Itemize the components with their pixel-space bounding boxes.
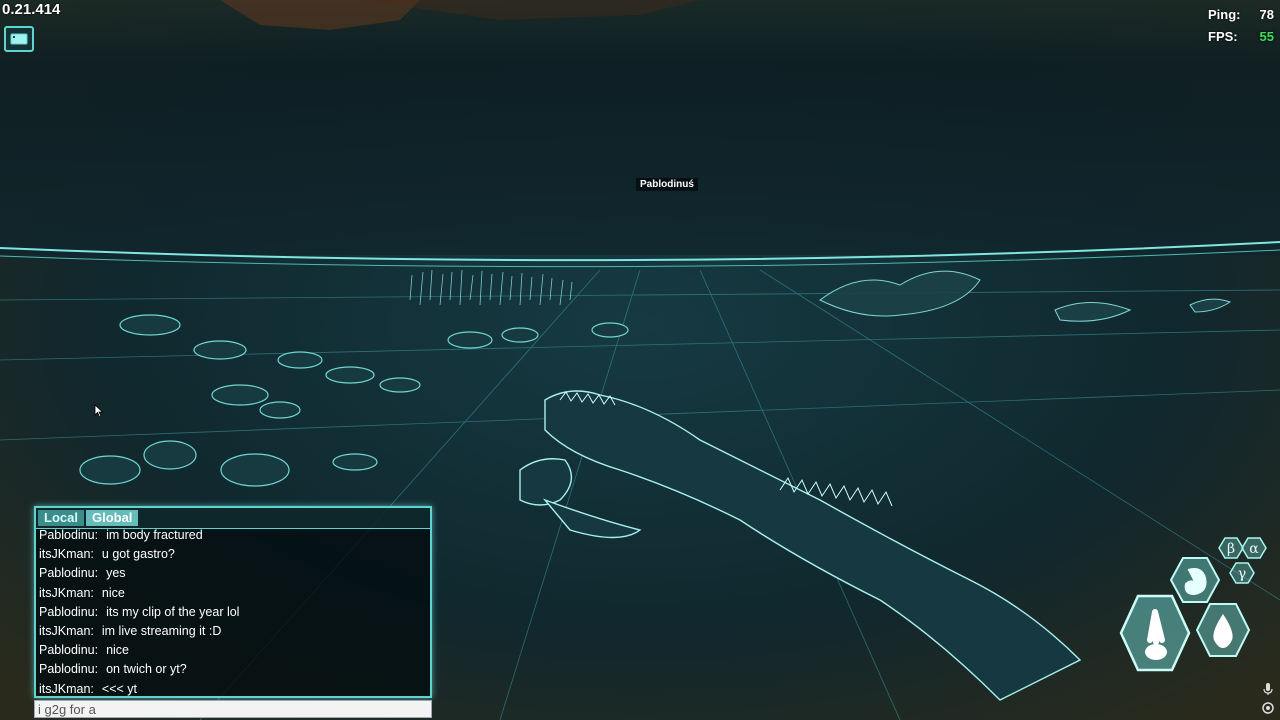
chat-message: itsJKman: u got gastro? [39,545,429,564]
footprint-icon[interactable] [1119,594,1191,672]
chat-message: itsJKman: im live streaming it :D [39,622,429,641]
status-hud: β α γ [1119,537,1267,672]
chat-text: u got gastro? [101,547,175,562]
player-nameplate: Pablodinuś [636,178,698,191]
chat-message: itsJKman: nice [39,584,429,603]
beta-icon[interactable]: β [1218,537,1244,559]
network-stats: Ping: 78 FPS: 55 [1208,4,1274,48]
chat-text: its my clip of the year lol [106,604,240,619]
chat-text: <<< yt [101,681,137,696]
ping-row: Ping: 78 [1208,4,1274,26]
svg-text:α: α [1249,541,1259,557]
chat-text: im body fractured [106,528,203,542]
chat-message: Pablodinu: on twich or yt? [39,660,429,679]
chat-text: nice [101,585,125,600]
chat-panel: Local Global Pablodinu: im body fractured… [34,506,432,698]
fps-value: 55 [1259,29,1274,44]
chat-message: Pablodinu: nice [39,641,429,660]
water-drop-icon[interactable] [1195,603,1251,657]
stomach-icon[interactable] [1169,557,1221,603]
mouse-cursor-icon [94,404,104,418]
chat-sender[interactable]: itsJKman: [39,547,94,561]
microphone-icon[interactable] [1262,682,1274,696]
chat-sender[interactable]: Pablodinu: [39,528,98,542]
chat-text: on twich or yt? [106,662,187,677]
svg-text:β: β [1227,541,1235,557]
chat-messages[interactable]: Pablodinu: im body fractured itsJKman: u g… [39,526,429,696]
chat-input[interactable] [34,700,432,718]
gamma-icon[interactable]: γ [1229,562,1255,584]
chat-text: nice [106,643,130,658]
ping-value: 78 [1259,7,1274,22]
fps-row: FPS: 55 [1208,26,1274,48]
svg-text:γ: γ [1238,566,1246,582]
alpha-icon[interactable]: α [1241,537,1267,559]
chat-text: im live streaming it :D [101,623,222,638]
ping-label: Ping: [1208,7,1241,22]
game-version: 0.21.414 [2,1,61,18]
chat-message: Pablodinu: yes [39,564,429,583]
tab-global[interactable]: Global [85,510,139,526]
chat-sender[interactable]: itsJKman: [39,624,94,638]
chat-message: itsJKman: <<< yt [39,680,429,697]
chat-message: Pablodinu: im body fractured [39,526,429,545]
chat-sender[interactable]: Pablodinu: [39,605,98,619]
camera-icon [10,33,28,45]
tab-local[interactable]: Local [38,510,84,526]
chat-message: Pablodinu: its my clip of the year lol [39,603,429,622]
game-viewport[interactable]: 0.21.414 Ping: 78 FPS: 55 Pablodinuś Loc… [0,0,1280,720]
chat-sender[interactable]: Pablodinu: [39,566,98,580]
chat-sender[interactable]: itsJKman: [39,586,94,600]
settings-icon[interactable] [1261,701,1275,715]
chat-sender[interactable]: itsJKman: [39,682,94,696]
chat-sender[interactable]: Pablodinu: [39,662,98,676]
chat-text: yes [106,566,126,581]
chat-sender[interactable]: Pablodinu: [39,643,98,657]
fps-label: FPS: [1208,29,1238,44]
camera-button[interactable] [4,26,34,52]
